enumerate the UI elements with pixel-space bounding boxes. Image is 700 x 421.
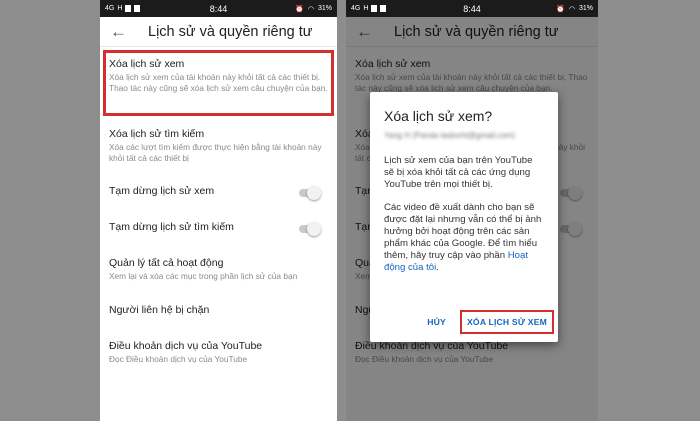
dialog-title: Xóa lịch sử xem? (384, 108, 493, 124)
setting-subtitle: Đọc Điều khoản dịch vụ của YouTube (109, 354, 248, 364)
clock: 8:44 (209, 3, 228, 14)
clear-watch-history-button[interactable]: XÓA LỊCH SỬ XEM (460, 310, 554, 334)
cancel-button[interactable]: HỦY (427, 317, 446, 327)
page-title: Lịch sử và quyền riêng tư (148, 23, 313, 40)
setting-title: Điều khoản dịch vụ của YouTube (109, 340, 263, 352)
dialog-message: Lịch sử xem của bạn trên YouTube sẽ bị x… (384, 155, 533, 190)
setting-title: Quản lý tất cả hoạt động (109, 257, 224, 269)
setting-title: Tạm dừng lịch sử tìm kiếm (109, 221, 234, 233)
setting-title: Người liên hệ bị chặn (109, 304, 210, 316)
setting-pause-watch-history[interactable]: Tạm dừng lịch sử xem (109, 185, 214, 198)
pause-watch-history-toggle[interactable] (299, 186, 321, 200)
dialog-detail: Các video đề xuất dành cho bạn sẽ được đ… (384, 202, 544, 274)
dialog-actions: HỦY XÓA LỊCH SỬ XEM (427, 310, 554, 334)
clock: 8:44 (463, 3, 481, 14)
highlight-box (103, 50, 334, 116)
pause-search-history-toggle[interactable] (299, 222, 321, 236)
right-screen: 4G H 8:44 ⏰ ◠ 31% ← Lịch sử và quyền riê… (346, 0, 598, 421)
setting-subtitle: Xóa các lượt tìm kiếm được thực hiện bằn… (109, 142, 322, 163)
setting-title: Tạm dừng lịch sử xem (109, 185, 215, 197)
dialog-detail-end: . (436, 262, 439, 273)
app-bar: ← Lịch sử và quyền riêng tư (100, 17, 337, 47)
status-bar: 4G H 8:44 ⏰ ◠ 31% (346, 0, 598, 17)
left-screen: 4G H 8:44 ⏰ ◠ 31% ← Lịch sử và quyền riê… (100, 0, 337, 421)
setting-terms-of-service[interactable]: Điều khoản dịch vụ của YouTube Đọc Điều … (109, 340, 331, 365)
setting-manage-activity[interactable]: Quản lý tất cả hoạt động Xem lại và xóa … (109, 257, 331, 282)
setting-title: Xóa lịch sử tìm kiếm (109, 128, 205, 140)
status-bar: 4G H 8:44 ⏰ ◠ 31% (100, 0, 337, 17)
dialog-account: Yang H (Panda lasbxrhl@gmail.com) (384, 131, 516, 140)
confirm-dialog: Xóa lịch sử xem? Yang H (Panda lasbxrhl@… (370, 92, 558, 342)
setting-subtitle: Xem lại và xóa các mục trong phần lịch s… (109, 271, 298, 281)
back-arrow-icon[interactable]: ← (110, 22, 134, 42)
setting-blocked-contacts[interactable]: Người liên hệ bị chặn (109, 304, 209, 317)
setting-clear-search-history[interactable]: Xóa lịch sử tìm kiếm Xóa các lượt tìm ki… (109, 128, 325, 164)
setting-pause-search-history[interactable]: Tạm dừng lịch sử tìm kiếm (109, 221, 234, 234)
